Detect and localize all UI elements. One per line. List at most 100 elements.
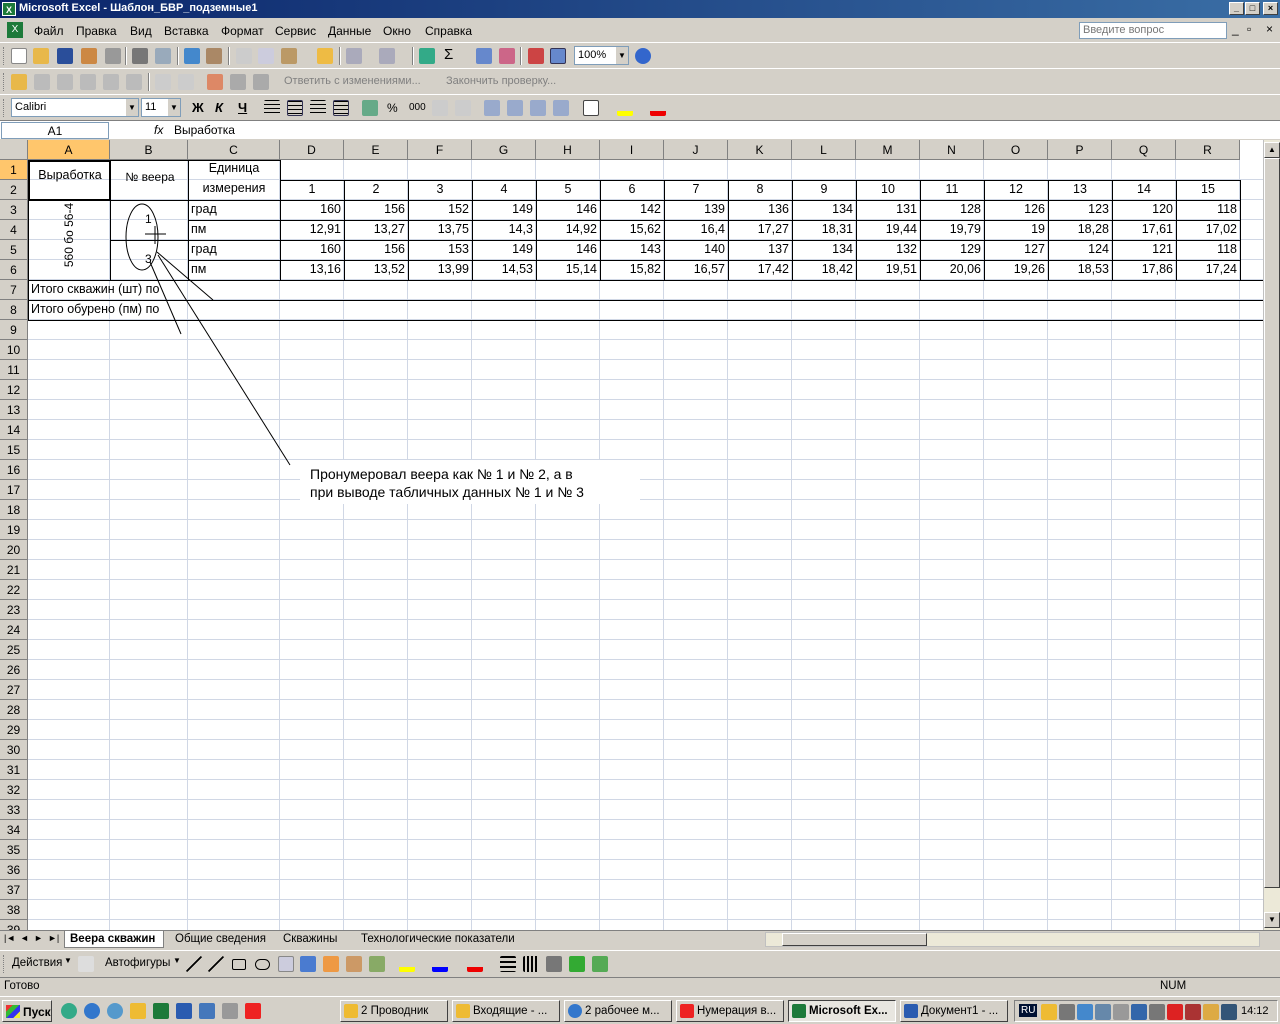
wordart-icon[interactable] (300, 956, 316, 972)
task-inbox[interactable]: Входящие - ... (452, 1000, 560, 1022)
tray-icon-6[interactable] (1131, 1004, 1147, 1020)
close-button[interactable]: × (1263, 2, 1278, 15)
percent-button[interactable]: % (387, 101, 398, 115)
cell-a7[interactable]: Итого скважин (шт) по (31, 282, 159, 296)
sort-ascending-icon[interactable] (476, 48, 492, 64)
review-icon-6[interactable] (155, 74, 171, 90)
value-cell[interactable]: 19,51 (856, 262, 920, 276)
align-left-icon[interactable] (264, 100, 280, 116)
value-cell[interactable]: 129 (920, 242, 984, 256)
permission-icon[interactable] (81, 48, 97, 64)
picture-icon[interactable] (369, 956, 385, 972)
hole-number-cell[interactable]: 5 (536, 182, 600, 196)
tray-icon-10[interactable] (1203, 1004, 1219, 1020)
thousands-button[interactable]: 000 (409, 102, 426, 113)
fan-ellipse-shape[interactable] (125, 203, 159, 271)
value-cell[interactable]: 134 (792, 202, 856, 216)
help-icon[interactable] (635, 48, 651, 64)
review-icon-1[interactable] (34, 74, 50, 90)
save-icon[interactable] (57, 48, 73, 64)
value-cell[interactable]: 19 (984, 222, 1048, 236)
hole-number-cell[interactable]: 4 (472, 182, 536, 196)
excel-quicklaunch-icon[interactable] (153, 1003, 169, 1019)
next-sheet-icon[interactable]: ► (34, 933, 43, 943)
reply-with-changes-button[interactable]: Ответить с изменениями... (284, 75, 421, 87)
menu-window[interactable]: Окно (383, 24, 411, 38)
font-color-icon[interactable] (650, 100, 666, 116)
unit-cell[interactable]: град (191, 202, 217, 216)
select-objects-icon[interactable] (78, 956, 94, 972)
undo-icon[interactable] (346, 48, 362, 64)
review-icon-9[interactable] (253, 74, 269, 90)
value-cell[interactable]: 118 (1176, 202, 1240, 216)
menu-data[interactable]: Данные (328, 24, 371, 38)
value-cell[interactable]: 18,53 (1048, 262, 1112, 276)
value-cell[interactable]: 152 (408, 202, 472, 216)
end-review-button[interactable]: Закончить проверку... (446, 75, 556, 87)
value-cell[interactable]: 13,52 (344, 262, 408, 276)
start-button[interactable]: Пуск (2, 1000, 52, 1022)
borders-icon[interactable] (583, 100, 599, 116)
hole-number-cell[interactable]: 9 (792, 182, 856, 196)
value-cell[interactable]: 160 (280, 242, 344, 256)
value-cell[interactable]: 124 (1048, 242, 1112, 256)
tray-icon-9[interactable] (1185, 1004, 1201, 1020)
value-cell[interactable]: 16,57 (664, 262, 728, 276)
tray-icon-3[interactable] (1077, 1004, 1093, 1020)
value-cell[interactable]: 15,82 (600, 262, 664, 276)
last-sheet-icon[interactable]: ►| (48, 933, 59, 943)
hole-number-cell[interactable]: 12 (984, 182, 1048, 196)
font-select[interactable]: Calibri ▼ (11, 98, 139, 117)
cell-a8[interactable]: Итого обурено (пм) по (31, 302, 159, 316)
value-cell[interactable]: 17,42 (728, 262, 792, 276)
tab-tech[interactable]: Технологические показатели (361, 933, 515, 945)
workbook-icon[interactable]: X (7, 22, 23, 38)
review-icon-2[interactable] (57, 74, 73, 90)
horizontal-scrollbar[interactable] (765, 932, 1260, 947)
quicklaunch-icon-7[interactable] (199, 1003, 215, 1019)
currency-icon[interactable] (362, 100, 378, 116)
value-cell[interactable]: 15,62 (600, 222, 664, 236)
ask-question-input[interactable]: Введите вопрос (1079, 22, 1227, 39)
align-right-icon[interactable] (310, 100, 326, 116)
line-icon[interactable] (186, 956, 202, 972)
value-cell[interactable]: 140 (664, 242, 728, 256)
value-cell[interactable]: 19,26 (984, 262, 1048, 276)
task-workplace[interactable]: 2 рабочее м... (564, 1000, 672, 1022)
clipart-icon[interactable] (346, 956, 362, 972)
review-icon-4[interactable] (103, 74, 119, 90)
name-box[interactable]: A1 (1, 122, 109, 139)
quicklaunch-icon-1[interactable] (61, 1003, 77, 1019)
tray-icon-5[interactable] (1113, 1004, 1129, 1020)
value-cell[interactable]: 20,06 (920, 262, 984, 276)
value-cell[interactable]: 15,14 (536, 262, 600, 276)
cut-icon[interactable] (236, 48, 252, 64)
tray-icon-8[interactable] (1167, 1004, 1183, 1020)
menu-help[interactable]: Справка (425, 24, 472, 38)
task-word[interactable]: Документ1 - ... (900, 1000, 1008, 1022)
autosum-icon[interactable]: Σ (444, 46, 453, 63)
new-icon[interactable] (11, 48, 27, 64)
insert-function-icon[interactable]: fx (154, 123, 163, 137)
copy-icon[interactable] (258, 48, 274, 64)
value-cell[interactable]: 13,75 (408, 222, 472, 236)
scroll-down-arrow-icon[interactable]: ▼ (1264, 912, 1280, 928)
tray-icon-2[interactable] (1059, 1004, 1075, 1020)
value-cell[interactable]: 149 (472, 202, 536, 216)
line-color-icon[interactable] (432, 956, 448, 972)
arrow-icon[interactable] (208, 956, 224, 972)
menu-edit[interactable]: Правка (76, 24, 117, 38)
format-painter-icon[interactable] (317, 48, 333, 64)
zoom-select[interactable]: 100% ▼ (574, 46, 629, 65)
decrease-decimal-icon[interactable] (455, 100, 471, 116)
yandex-icon[interactable] (245, 1003, 261, 1019)
review-icon-7[interactable] (178, 74, 194, 90)
tab-general[interactable]: Общие сведения (175, 933, 266, 945)
fill-color-icon[interactable] (617, 100, 633, 116)
value-cell[interactable]: 143 (600, 242, 664, 256)
align-center-icon[interactable] (287, 100, 303, 116)
hole-number-cell[interactable]: 15 (1176, 182, 1240, 196)
menu-format[interactable]: Формат (221, 24, 264, 38)
hole-number-cell[interactable]: 6 (600, 182, 664, 196)
dash-style-icon[interactable] (523, 956, 539, 972)
